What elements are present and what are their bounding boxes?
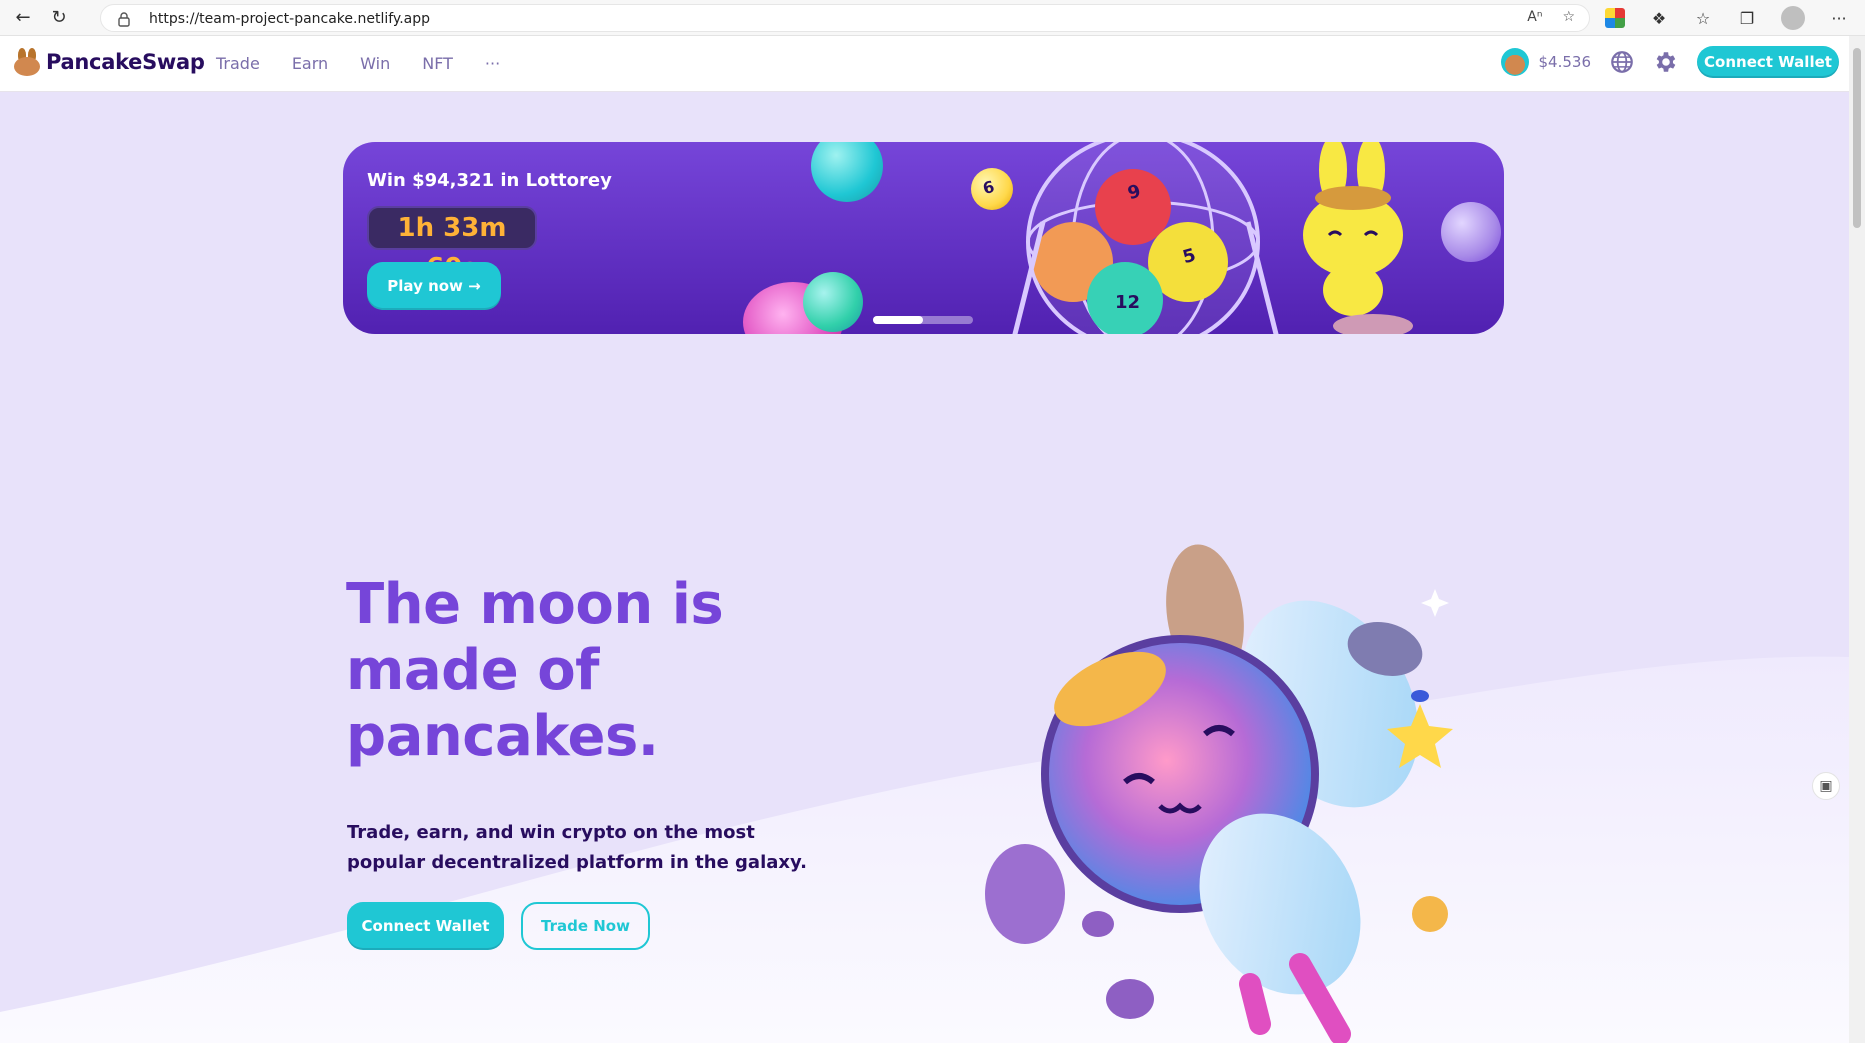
hero-connect-wallet-button[interactable]: Connect Wallet: [347, 902, 504, 950]
header-connect-wallet-button[interactable]: Connect Wallet: [1697, 46, 1839, 78]
site-header: PancakeSwap Trade Earn Win NFT ··· $4.53…: [0, 36, 1849, 92]
lottery-ball-teal: [811, 142, 883, 202]
cake-token-icon: [1500, 48, 1529, 76]
scrollbar-thumb[interactable]: [1853, 48, 1861, 228]
nav-nft[interactable]: NFT: [422, 54, 453, 73]
browser-toolbar: ← ↻ https://team-project-pancake.netlify…: [0, 0, 1865, 36]
add-favorite-icon[interactable]: ☆: [1562, 9, 1575, 25]
reload-icon[interactable]: ↻: [46, 6, 72, 30]
nav-win[interactable]: Win: [360, 54, 390, 73]
hero-title: The moon is made of pancakes.: [346, 572, 724, 769]
nav-more[interactable]: ···: [485, 54, 500, 73]
gear-icon[interactable]: [1653, 49, 1679, 75]
lottery-cage: [1012, 142, 1279, 334]
nav-trade[interactable]: Trade: [216, 54, 260, 73]
favorites-icon[interactable]: ☆: [1693, 8, 1713, 28]
page-content: Win $94,321 in Lottorey 1h 33m 60s Play …: [0, 92, 1849, 1043]
visual-search-icon[interactable]: ▣: [1812, 772, 1840, 800]
globe-icon[interactable]: [1609, 49, 1635, 75]
more-menu-icon[interactable]: ···: [1829, 8, 1849, 28]
logo[interactable]: PancakeSwap: [14, 48, 205, 76]
lottery-countdown: 1h 33m 60s: [367, 206, 537, 283]
carousel-indicator-active[interactable]: [873, 316, 923, 324]
scrollbar[interactable]: [1849, 36, 1865, 1043]
trade-now-button[interactable]: Trade Now: [521, 902, 650, 950]
cake-price[interactable]: $4.536: [1500, 48, 1592, 76]
banner-title: Win $94,321 in Lottorey: [367, 170, 612, 191]
cake-price-value: $4.536: [1538, 53, 1592, 71]
extension-icon[interactable]: [1605, 8, 1625, 28]
address-bar[interactable]: https://team-project-pancake.netlify.app…: [100, 4, 1590, 32]
lottery-banner[interactable]: Win $94,321 in Lottorey 1h 33m 60s Play …: [343, 142, 1504, 334]
ball-number-12: 12: [1115, 292, 1141, 313]
bunny-mascot-illustration: [1303, 142, 1413, 334]
main-nav: Trade Earn Win NFT ···: [216, 54, 500, 73]
logo-text: PancakeSwap: [46, 50, 205, 74]
lottery-ball-purple: [1441, 202, 1501, 262]
astronaut-bunny-illustration: [985, 544, 1453, 1043]
pancake-bunny-icon: [14, 48, 40, 76]
hero-subtitle: Trade, earn, and win crypto on the most …: [347, 822, 807, 873]
nav-earn[interactable]: Earn: [292, 54, 328, 73]
back-icon[interactable]: ←: [10, 6, 36, 30]
carousel-indicator[interactable]: [873, 316, 973, 324]
lock-icon: [118, 12, 130, 27]
lottery-ball-teal-small: [803, 272, 863, 332]
profile-avatar-icon[interactable]: [1781, 6, 1805, 30]
url-text: https://team-project-pancake.netlify.app: [149, 11, 431, 27]
play-now-button[interactable]: Play now →: [367, 262, 501, 310]
puzzle-icon[interactable]: ❖: [1649, 8, 1669, 28]
read-aloud-icon[interactable]: Aⁿ: [1527, 9, 1542, 25]
collections-icon[interactable]: ❐: [1737, 8, 1757, 28]
